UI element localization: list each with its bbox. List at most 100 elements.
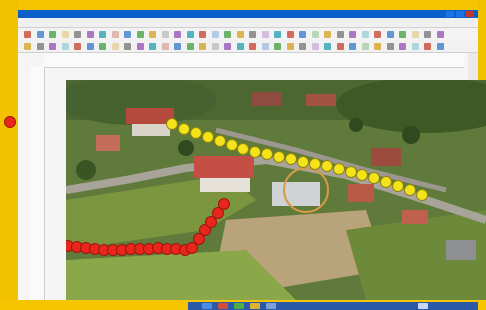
toolbar-button[interactable] [124, 43, 131, 50]
taskbar-app-icon[interactable] [266, 303, 276, 309]
toolbar-button[interactable] [49, 43, 56, 50]
toolbar-button[interactable] [236, 31, 244, 38]
toolbar-button[interactable] [49, 31, 56, 38]
toolbar-button[interactable] [36, 31, 44, 38]
toolbar-button[interactable] [136, 43, 144, 50]
toolbar-button[interactable] [374, 43, 381, 50]
toolbar-button[interactable] [311, 31, 319, 38]
taskbar-app-icon[interactable] [250, 303, 260, 309]
map-pin-yellow-icon[interactable] [189, 127, 202, 140]
map-pin-yellow-icon[interactable] [213, 135, 226, 148]
toolbar-button[interactable] [74, 43, 81, 50]
toolbar-button[interactable] [399, 43, 406, 50]
toolbar-button[interactable] [224, 31, 231, 38]
toolbar-button[interactable] [436, 31, 444, 38]
toolbar-primary [18, 28, 478, 40]
toolbar-button[interactable] [261, 31, 269, 38]
map-pin-yellow-icon[interactable] [166, 118, 178, 130]
map-pin-yellow-icon[interactable] [177, 122, 190, 135]
map-pin-yellow-icon[interactable] [249, 145, 262, 158]
map-pin-yellow-icon[interactable] [296, 155, 309, 168]
toolbar-button[interactable] [249, 43, 256, 50]
map-pin-yellow-icon[interactable] [308, 158, 321, 170]
window-titlebar [18, 10, 478, 18]
map-pin-red-icon[interactable] [4, 116, 16, 128]
map-pin-red-icon[interactable] [218, 198, 230, 210]
toolbar-button[interactable] [374, 31, 381, 38]
toolbar-button[interactable] [336, 31, 344, 38]
toolbar-button[interactable] [161, 31, 169, 38]
toolbar-button[interactable] [274, 31, 281, 38]
toolbar-button[interactable] [349, 31, 356, 38]
map-pin-yellow-icon[interactable] [225, 139, 238, 152]
toolbar-button[interactable] [286, 31, 294, 38]
toolbar-button[interactable] [61, 43, 69, 50]
toolbar-button[interactable] [199, 43, 206, 50]
editor-window [4, 10, 486, 310]
toolbar-button[interactable] [186, 31, 194, 38]
map-pin-yellow-icon[interactable] [332, 162, 345, 175]
toolbar-button[interactable] [249, 31, 256, 38]
toolbar-button[interactable] [236, 43, 244, 50]
aerial-photo [66, 80, 486, 300]
toolbar-button[interactable] [286, 43, 294, 50]
toolbar-button[interactable] [386, 43, 394, 50]
toolbar-button[interactable] [136, 31, 144, 38]
toolbar-button[interactable] [24, 31, 31, 38]
toolbar-button[interactable] [211, 31, 219, 38]
ruler-horizontal [44, 53, 464, 68]
toolbar-button[interactable] [311, 43, 319, 50]
toolbar-button[interactable] [86, 31, 94, 38]
toolbar-button[interactable] [74, 31, 81, 38]
toolbar-button[interactable] [161, 43, 169, 50]
toolbar-button[interactable] [361, 43, 369, 50]
toolbar-button[interactable] [174, 43, 181, 50]
toolbar-button[interactable] [149, 43, 156, 50]
toolbar-button[interactable] [424, 31, 431, 38]
toolbar-button[interactable] [324, 43, 331, 50]
toolbar-button[interactable] [199, 31, 206, 38]
map-pin-yellow-icon[interactable] [201, 131, 214, 144]
toolbar-button[interactable] [424, 43, 431, 50]
toolbar-button[interactable] [261, 43, 269, 50]
toolbar-button[interactable] [111, 43, 119, 50]
toolbar-button[interactable] [174, 31, 181, 38]
toolbar-button[interactable] [186, 43, 194, 50]
maximize-button[interactable] [456, 11, 464, 17]
map-pin-yellow-icon[interactable] [416, 188, 428, 201]
toolbar-button[interactable] [411, 43, 419, 50]
toolbar-button[interactable] [324, 31, 331, 38]
toolbar-button[interactable] [24, 43, 31, 50]
map-pin-yellow-icon[interactable] [344, 165, 357, 178]
toolbar-secondary [18, 40, 478, 53]
taskbar [188, 302, 478, 310]
toolbar-button[interactable] [211, 43, 219, 50]
map-pin-yellow-icon[interactable] [237, 142, 250, 155]
taskbar-clock [418, 303, 428, 309]
toolbar-button[interactable] [299, 43, 306, 50]
toolbar-button[interactable] [36, 43, 44, 50]
toolbar-button[interactable] [411, 31, 419, 38]
toolbar-button[interactable] [336, 43, 344, 50]
toolbar-button[interactable] [274, 43, 281, 50]
minimize-button[interactable] [446, 11, 454, 17]
yellow-frame [0, 0, 486, 310]
toolbar-button[interactable] [61, 31, 69, 38]
toolbar-button[interactable] [299, 31, 306, 38]
taskbar-app-icon[interactable] [202, 303, 212, 309]
toolbar-button[interactable] [224, 43, 231, 50]
toolbar-button[interactable] [99, 43, 106, 50]
toolbar-button[interactable] [361, 31, 369, 38]
taskbar-app-icon[interactable] [234, 303, 244, 309]
taskbar-app-icon[interactable] [218, 303, 228, 309]
toolbar-button[interactable] [349, 43, 356, 50]
toolbar-button[interactable] [124, 31, 131, 38]
toolbar-button[interactable] [86, 43, 94, 50]
close-button[interactable] [466, 11, 474, 17]
toolbar-button[interactable] [386, 31, 394, 38]
toolbar-button[interactable] [149, 31, 156, 38]
toolbar-button[interactable] [436, 43, 444, 50]
toolbar-button[interactable] [399, 31, 406, 38]
toolbar-button[interactable] [111, 31, 119, 38]
toolbar-button[interactable] [99, 31, 106, 38]
